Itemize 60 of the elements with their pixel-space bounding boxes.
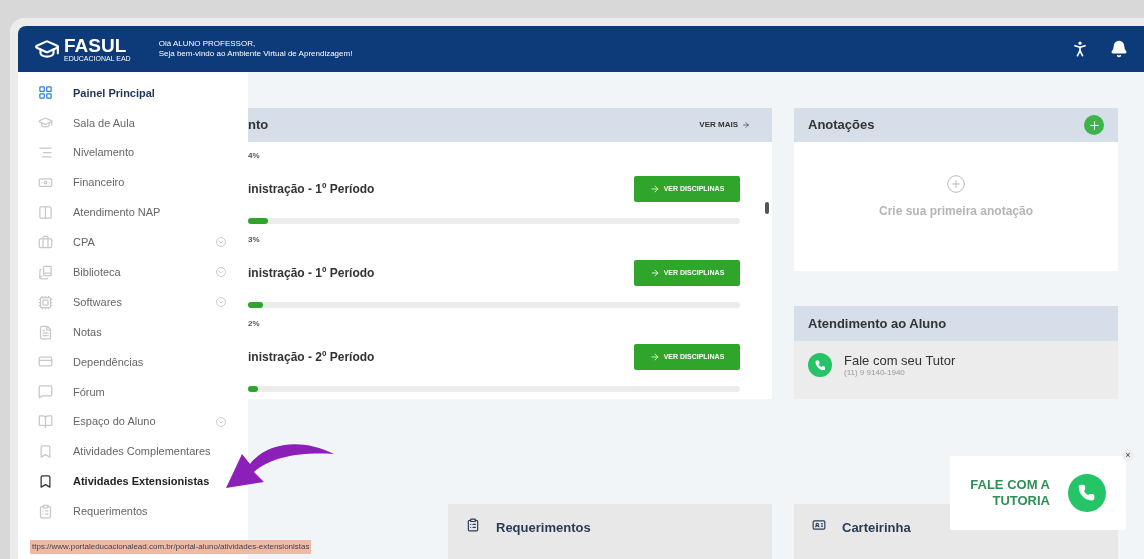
- menu-icon: [38, 384, 53, 400]
- menu-icon: [38, 294, 53, 310]
- notification-icon[interactable]: [1110, 40, 1128, 58]
- card-icon: [812, 518, 826, 532]
- menu-item[interactable]: Espaço do Aluno: [18, 406, 246, 437]
- progress-text: 3%: [248, 234, 261, 246]
- menu-icon: [38, 324, 53, 340]
- card-title: Anotações: [808, 116, 875, 135]
- whatsapp-icon: [808, 353, 832, 377]
- arrow-right-icon: [649, 268, 660, 278]
- greeting-text: Olá ALUNO PROFESSOR,: [158, 39, 257, 49]
- menu-item[interactable]: Softwares: [18, 287, 246, 318]
- progress-text: 2%: [248, 318, 261, 330]
- tutor-popup[interactable]: FALE COM A TUTORIA: [950, 456, 1126, 530]
- add-icon[interactable]: [946, 174, 966, 194]
- menu-icon: [38, 85, 53, 101]
- arrow-right-icon: [742, 121, 750, 129]
- arrow-right-icon: [649, 352, 660, 362]
- menu-item[interactable]: Sala de Aula: [18, 107, 246, 138]
- menu-icon: [38, 503, 53, 519]
- arrow-right-icon: [649, 184, 660, 194]
- card-title: Requerimentos: [496, 519, 591, 537]
- whatsapp-icon: [1068, 474, 1106, 512]
- menu-item[interactable]: Requerimentos: [18, 496, 246, 527]
- logo-text: FASUL: [64, 36, 128, 55]
- menu-item[interactable]: Fórum: [18, 376, 246, 407]
- menu-item[interactable]: Nivelamento: [18, 137, 246, 168]
- menu-icon: [38, 234, 53, 250]
- empty-notes-text: Crie sua primeira anotação: [878, 203, 1034, 220]
- card-title: nto: [248, 116, 269, 135]
- card-icon: [466, 518, 480, 532]
- status-url: ttps://www.portaleducacionalead.com.br/portal-aluno/atividades-extensionistas: [30, 540, 312, 554]
- plus-icon: [1087, 118, 1101, 132]
- menu-item[interactable]: Dependências: [18, 347, 246, 377]
- menu-icon: [38, 474, 53, 489]
- course-name: inistração - 1º Período: [248, 181, 375, 198]
- card-title: Carteirinha: [842, 519, 911, 537]
- course-name: inistração - 2º Período: [248, 349, 375, 366]
- welcome-text: Seja bem-vindo ao Ambiente Virtual de Aprendizagem!: [158, 49, 353, 59]
- phone-text: (11) 9 9140-1940: [844, 368, 906, 377]
- card-title: Atendimento ao Aluno: [808, 314, 947, 333]
- info-card[interactable]: Requerimentos: [448, 504, 772, 559]
- menu-item[interactable]: Biblioteca: [18, 257, 246, 288]
- menu-icon: [38, 354, 53, 370]
- menu-icon: [38, 414, 53, 430]
- menu-icon: [38, 444, 53, 460]
- menu-item[interactable]: Painel Principal: [18, 78, 246, 108]
- see-more-link[interactable]: VER MAIS: [699, 119, 750, 131]
- menu-icon: [38, 145, 53, 161]
- course-name: inistração - 1º Período: [248, 265, 375, 282]
- progress-text: 4%: [248, 150, 261, 162]
- add-note-button[interactable]: [1084, 115, 1104, 135]
- menu-item[interactable]: Financeiro: [18, 167, 246, 198]
- menu-item[interactable]: Atendimento NAP: [18, 197, 246, 228]
- menu-icon: [38, 115, 53, 131]
- menu-item[interactable]: Notas: [18, 317, 246, 347]
- menu-icon: [38, 264, 53, 280]
- menu-item[interactable]: CPA: [18, 227, 246, 258]
- menu-icon: [38, 205, 53, 220]
- tutor-contact-link[interactable]: Fale com seu Tutor: [844, 353, 956, 367]
